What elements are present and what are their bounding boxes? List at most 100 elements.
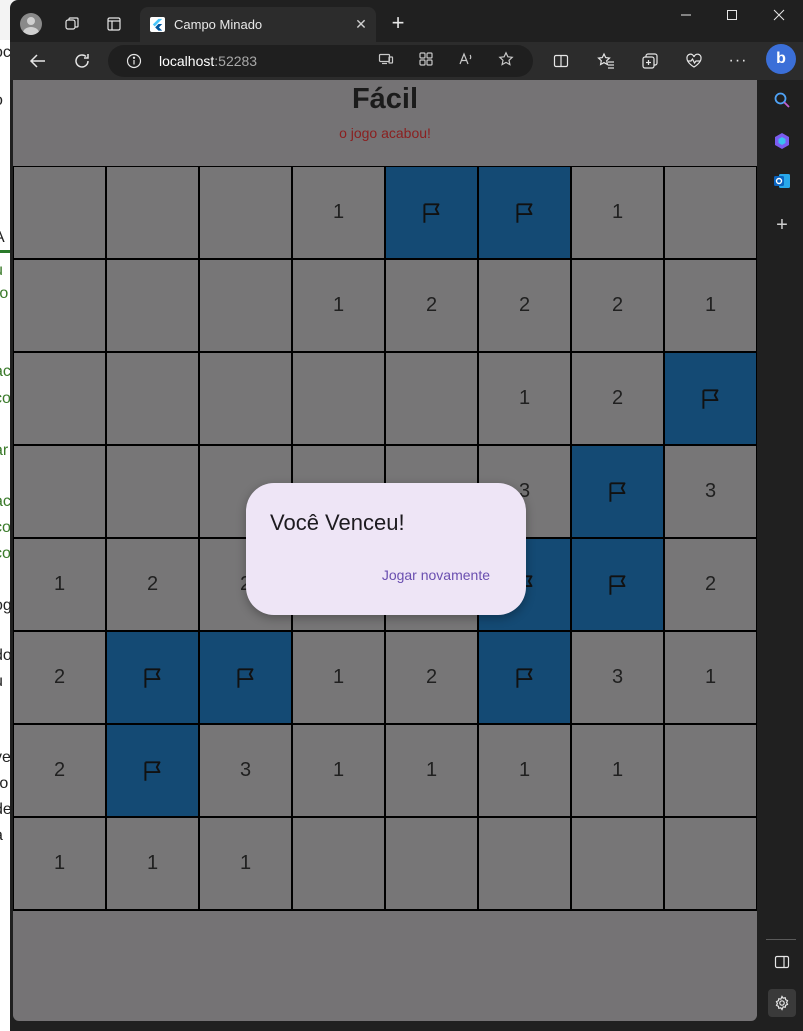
number-cell[interactable]: 3 — [571, 631, 664, 724]
number-cell[interactable]: 1 — [106, 817, 199, 910]
empty-cell[interactable] — [385, 817, 478, 910]
empty-cell[interactable] — [13, 445, 106, 538]
split-screen-icon[interactable] — [545, 45, 577, 77]
number-cell[interactable]: 2 — [478, 259, 571, 352]
number-cell[interactable]: 2 — [571, 259, 664, 352]
number-cell[interactable]: 1 — [385, 724, 478, 817]
maximize-icon[interactable] — [708, 0, 756, 32]
empty-cell[interactable] — [664, 817, 757, 910]
tab-actions-icon[interactable] — [98, 8, 130, 40]
copilot-icon[interactable] — [770, 129, 794, 153]
empty-cell[interactable] — [571, 817, 664, 910]
flagged-cell[interactable] — [664, 352, 757, 445]
number-cell[interactable]: 2 — [385, 259, 478, 352]
flag-icon — [419, 200, 445, 226]
cell-number: 2 — [518, 294, 531, 316]
number-cell[interactable]: 2 — [664, 538, 757, 631]
browser-essentials-icon[interactable] — [678, 45, 710, 77]
empty-cell[interactable] — [13, 166, 106, 259]
empty-cell[interactable] — [292, 352, 385, 445]
outlook-icon[interactable] — [770, 169, 794, 193]
number-cell[interactable]: 1 — [571, 166, 664, 259]
number-cell[interactable]: 1 — [571, 724, 664, 817]
number-cell[interactable]: 2 — [13, 724, 106, 817]
cell-number: 2 — [53, 759, 66, 781]
read-aloud-icon[interactable] — [456, 51, 476, 71]
empty-cell[interactable] — [106, 352, 199, 445]
number-cell[interactable]: 2 — [106, 538, 199, 631]
cell-number: 2 — [611, 294, 624, 316]
refresh-icon[interactable] — [66, 45, 98, 77]
empty-cell[interactable] — [664, 166, 757, 259]
empty-cell[interactable] — [385, 352, 478, 445]
bg-fragment: ro — [0, 775, 9, 792]
number-cell[interactable]: 3 — [664, 445, 757, 538]
cell-number: 2 — [425, 294, 438, 316]
back-arrow-icon[interactable] — [22, 45, 54, 77]
number-cell[interactable]: 1 — [664, 259, 757, 352]
number-cell[interactable]: 2 — [13, 631, 106, 724]
number-cell[interactable]: 1 — [292, 631, 385, 724]
empty-cell[interactable] — [664, 724, 757, 817]
dialog-title: Você Venceu! — [270, 510, 405, 535]
add-icon[interactable]: + — [770, 213, 794, 237]
flagged-cell[interactable] — [478, 631, 571, 724]
empty-cell[interactable] — [292, 817, 385, 910]
profile-avatar[interactable] — [20, 13, 42, 35]
empty-cell[interactable] — [106, 259, 199, 352]
workspaces-icon[interactable] — [56, 8, 88, 40]
collections-icon[interactable] — [634, 45, 666, 77]
copilot-icon[interactable]: b — [766, 44, 796, 74]
search-icon[interactable] — [770, 88, 794, 112]
flag-icon — [140, 665, 166, 691]
flagged-cell[interactable] — [571, 538, 664, 631]
empty-cell[interactable] — [199, 352, 292, 445]
number-cell[interactable]: 1 — [478, 724, 571, 817]
more-icon[interactable]: ··· — [722, 45, 754, 77]
number-cell[interactable]: 2 — [571, 352, 664, 445]
empty-cell[interactable] — [13, 352, 106, 445]
number-cell[interactable]: 1 — [292, 724, 385, 817]
empty-cell[interactable] — [478, 817, 571, 910]
close-icon[interactable] — [755, 0, 803, 32]
empty-cell[interactable] — [199, 166, 292, 259]
number-cell[interactable]: 1 — [199, 817, 292, 910]
app-available-icon[interactable] — [376, 51, 396, 71]
settings-icon[interactable] — [768, 989, 796, 1017]
number-cell[interactable]: 1 — [13, 538, 106, 631]
flagged-cell[interactable] — [106, 631, 199, 724]
hide-sidebar-icon[interactable] — [770, 950, 794, 974]
flagged-cell[interactable] — [106, 724, 199, 817]
number-cell[interactable]: 1 — [292, 166, 385, 259]
flagged-cell[interactable] — [571, 445, 664, 538]
cell-number: 1 — [704, 294, 717, 316]
title-bar: Campo Minado ✕ + — [10, 0, 803, 48]
number-cell[interactable]: 1 — [13, 817, 106, 910]
extensions-grid-icon[interactable] — [416, 51, 436, 71]
number-cell[interactable]: 1 — [478, 352, 571, 445]
number-cell[interactable]: 1 — [292, 259, 385, 352]
flagged-cell[interactable] — [385, 166, 478, 259]
difficulty-title: Fácil — [351, 83, 419, 115]
empty-cell[interactable] — [106, 166, 199, 259]
address-bar[interactable]: localhost:52283 — [108, 45, 533, 77]
favorites-icon[interactable] — [590, 45, 622, 77]
empty-cell[interactable] — [106, 445, 199, 538]
empty-cell[interactable] — [199, 259, 292, 352]
minimize-icon[interactable] — [662, 0, 710, 32]
cell-number: 1 — [332, 666, 345, 688]
star-icon[interactable] — [496, 51, 516, 71]
cell-number: 1 — [611, 759, 624, 781]
close-tab-icon[interactable]: ✕ — [350, 13, 372, 35]
number-cell[interactable]: 2 — [385, 631, 478, 724]
new-tab-button[interactable]: + — [384, 10, 412, 38]
empty-cell[interactable] — [13, 259, 106, 352]
flagged-cell[interactable] — [478, 166, 571, 259]
cell-number: 2 — [146, 573, 159, 595]
number-cell[interactable]: 1 — [664, 631, 757, 724]
play-again-button[interactable]: Jogar novamente — [382, 567, 490, 583]
info-icon[interactable] — [126, 53, 142, 69]
tab-campo-minado[interactable]: Campo Minado ✕ — [140, 7, 376, 42]
number-cell[interactable]: 3 — [199, 724, 292, 817]
flagged-cell[interactable] — [199, 631, 292, 724]
